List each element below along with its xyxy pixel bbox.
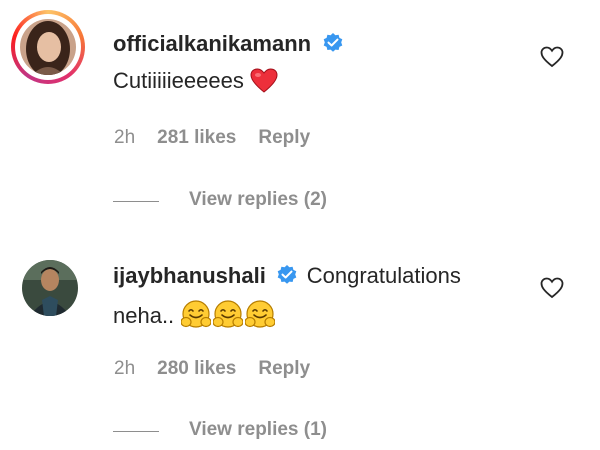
verified-badge-icon bbox=[322, 32, 344, 59]
comment-time: 2h bbox=[114, 358, 136, 379]
view-replies-button[interactable]: View replies (2) bbox=[189, 189, 327, 211]
likes-count[interactable]: 280 likes bbox=[157, 358, 236, 379]
avatar-officialkanikamann[interactable] bbox=[20, 19, 76, 75]
replies-divider bbox=[113, 431, 159, 432]
comment-text: Cutiiiiieeeees bbox=[113, 68, 244, 93]
view-replies-button[interactable]: View replies (1) bbox=[189, 419, 327, 441]
heart-emoji-icon bbox=[250, 68, 278, 99]
hugging-face-emoji-icon bbox=[180, 299, 212, 334]
like-heart-icon[interactable] bbox=[540, 277, 564, 304]
avatar-ijaybhanushali[interactable] bbox=[22, 260, 78, 316]
replies-divider bbox=[113, 201, 159, 202]
comment-time: 2h bbox=[114, 127, 136, 148]
reply-button[interactable]: Reply bbox=[258, 358, 310, 379]
comment-2: ijaybhanushali Congratulations neha.. 2h… bbox=[0, 230, 600, 450]
like-heart-icon[interactable] bbox=[540, 46, 564, 73]
comment-text-line2: neha.. bbox=[113, 303, 175, 328]
comment-1: officialkanikamann Cutiiiiieeeees 2h 281 … bbox=[0, 0, 600, 230]
comment-username[interactable]: ijaybhanushali bbox=[113, 263, 266, 288]
likes-count[interactable]: 281 likes bbox=[157, 127, 236, 148]
hugging-face-emoji-icon bbox=[212, 299, 244, 334]
verified-badge-icon bbox=[276, 264, 298, 291]
reply-button[interactable]: Reply bbox=[258, 127, 310, 148]
hugging-face-emoji-icon bbox=[244, 299, 276, 334]
comment-username[interactable]: officialkanikamann bbox=[113, 31, 311, 56]
comment-text-line1: Congratulations bbox=[306, 263, 461, 288]
